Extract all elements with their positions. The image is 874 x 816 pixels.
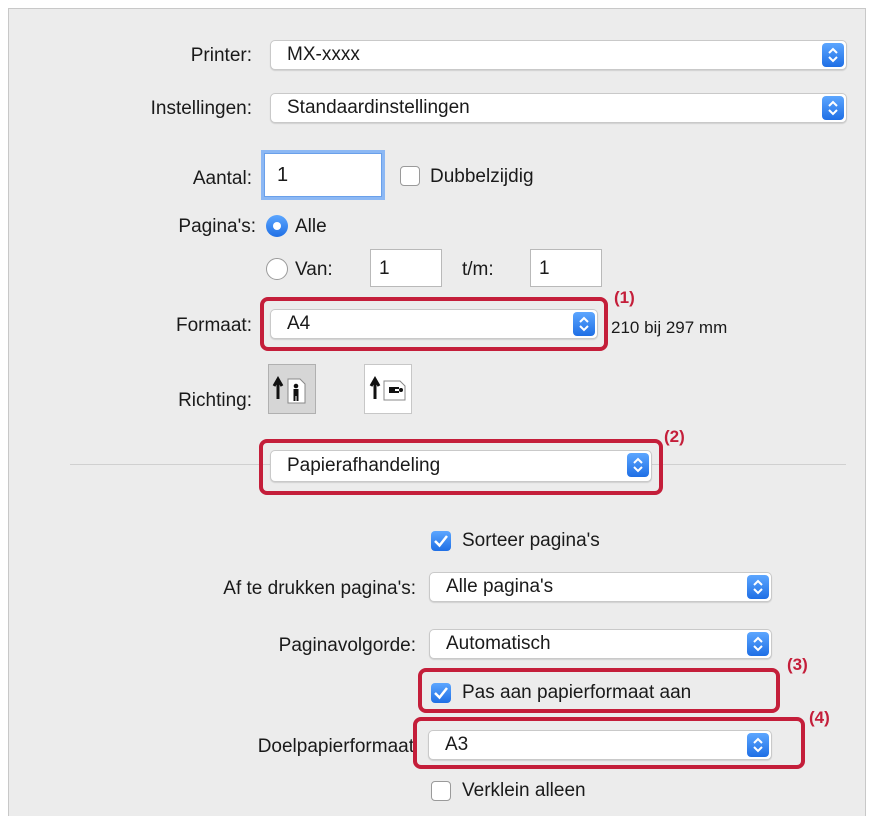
printer-label: Printer: <box>190 45 252 66</box>
duplex-label: Dubbelzijdig <box>430 166 534 187</box>
paper-size-label: Formaat: <box>175 315 252 336</box>
pages-to-print-popup[interactable]: Alle pagina's <box>429 572 772 602</box>
pages-range-radio[interactable] <box>266 258 288 280</box>
page-order-value: Automatisch <box>446 633 551 654</box>
printer-value: MX-xxxx <box>287 44 360 65</box>
landscape-orientation-icon <box>369 375 406 401</box>
updown-arrows-icon <box>747 632 769 656</box>
pages-from-label: Van: <box>295 259 333 280</box>
annotation-4: (4) <box>809 708 830 727</box>
page-order-popup[interactable]: Automatisch <box>429 629 772 659</box>
copies-input[interactable]: 1 <box>264 153 382 197</box>
orientation-label: Richting: <box>178 390 252 411</box>
duplex-checkbox[interactable] <box>400 166 420 186</box>
pages-to-input[interactable]: 1 <box>530 249 602 287</box>
highlight-box-1 <box>260 297 608 351</box>
pages-all-label: Alle <box>295 216 327 237</box>
annotation-3: (3) <box>787 655 808 674</box>
portrait-orientation-icon <box>272 375 306 404</box>
presets-popup[interactable]: Standaardinstellingen <box>270 93 847 123</box>
pages-to-print-value: Alle pagina's <box>446 576 554 597</box>
highlight-box-2 <box>259 439 663 495</box>
pages-label: Pagina's: <box>178 216 256 237</box>
checkmark-icon <box>434 535 448 548</box>
paper-size-dimensions: 210 bij 297 mm <box>611 318 728 337</box>
portrait-orientation-button[interactable] <box>268 364 316 414</box>
scale-down-only-checkbox[interactable] <box>431 781 451 801</box>
presets-value: Standaardinstellingen <box>287 97 470 118</box>
pages-from-input[interactable]: 1 <box>370 249 442 287</box>
highlight-box-3 <box>418 668 780 713</box>
copies-label: Aantal: <box>192 168 252 189</box>
presets-label: Instellingen: <box>150 98 252 119</box>
pages-to-label: t/m: <box>462 259 494 280</box>
pages-to-print-label: Af te drukken pagina's: <box>223 578 416 599</box>
landscape-orientation-button[interactable] <box>364 364 412 414</box>
scale-down-only-label: Verklein alleen <box>462 780 586 801</box>
collate-checkbox[interactable] <box>431 531 451 551</box>
highlight-box-4 <box>413 717 805 769</box>
updown-arrows-icon <box>822 96 844 120</box>
collate-label: Sorteer pagina's <box>462 530 600 551</box>
updown-arrows-icon <box>822 43 844 67</box>
pages-all-radio[interactable] <box>266 215 288 237</box>
annotation-2: (2) <box>664 427 685 446</box>
updown-arrows-icon <box>747 575 769 599</box>
dest-paper-size-label: Doelpapierformaat <box>257 736 414 757</box>
annotation-1: (1) <box>614 288 635 307</box>
page-order-label: Paginavolgorde: <box>278 635 416 656</box>
printer-popup[interactable]: MX-xxxx <box>270 40 847 70</box>
